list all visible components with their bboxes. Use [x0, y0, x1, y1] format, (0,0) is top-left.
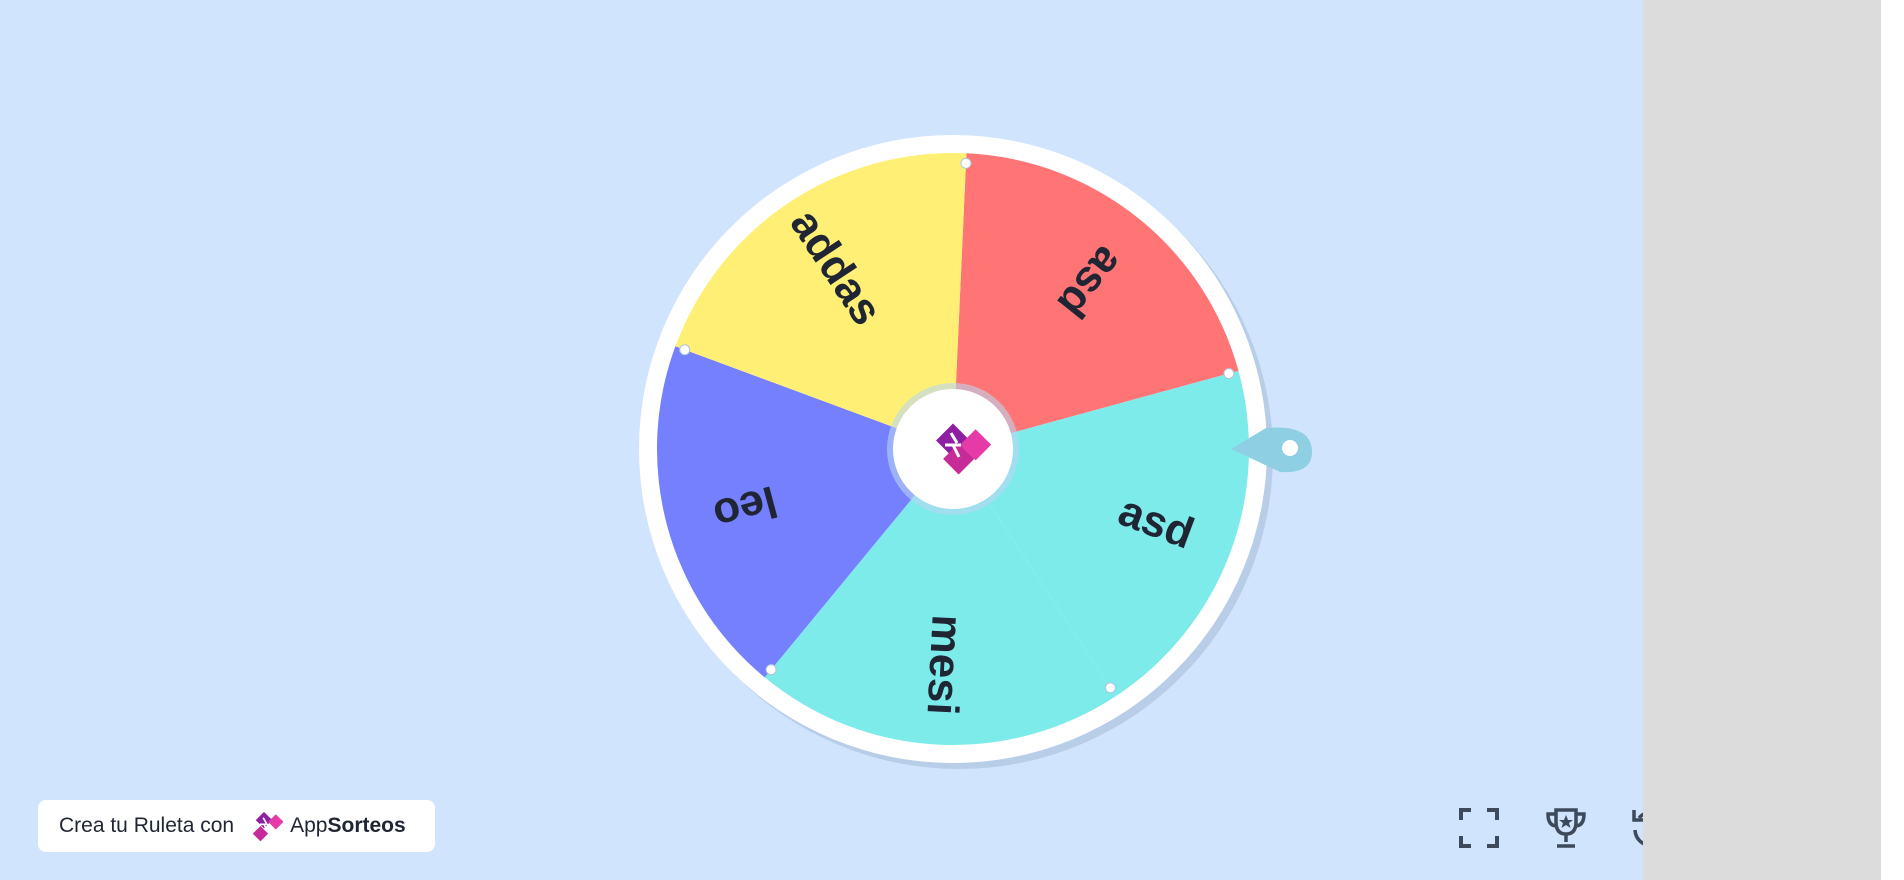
wheel-stage: asd asd mesi leo addas Crea tu Ruleta con Ap… [0, 0, 1839, 880]
brand-name-light: App [290, 814, 328, 837]
spin-wheel[interactable]: asdasdmesileoaddas [0, 0, 1643, 880]
brand-name: AppSorteos [290, 814, 406, 838]
fullscreen-icon [1459, 808, 1499, 848]
trophy-icon [1546, 808, 1586, 848]
banner-text: Crea tu Ruleta con [59, 814, 235, 837]
appsorteos-logo-icon [252, 811, 284, 842]
winners-button[interactable] [1538, 800, 1594, 856]
wheel-peg [1223, 368, 1235, 380]
wheel-hub[interactable] [887, 383, 1019, 515]
side-panel [1643, 0, 1881, 880]
wheel-peg [679, 344, 691, 356]
fullscreen-button[interactable] [1451, 800, 1507, 856]
create-wheel-banner[interactable]: Crea tu Ruleta con AppSorteos [38, 800, 435, 852]
wheel-peg [1104, 682, 1116, 694]
wheel-peg [960, 157, 972, 169]
wheel-peg [765, 664, 777, 676]
brand-name-bold: Sorteos [327, 814, 406, 837]
wheel-segment-label: mesi [917, 613, 971, 716]
